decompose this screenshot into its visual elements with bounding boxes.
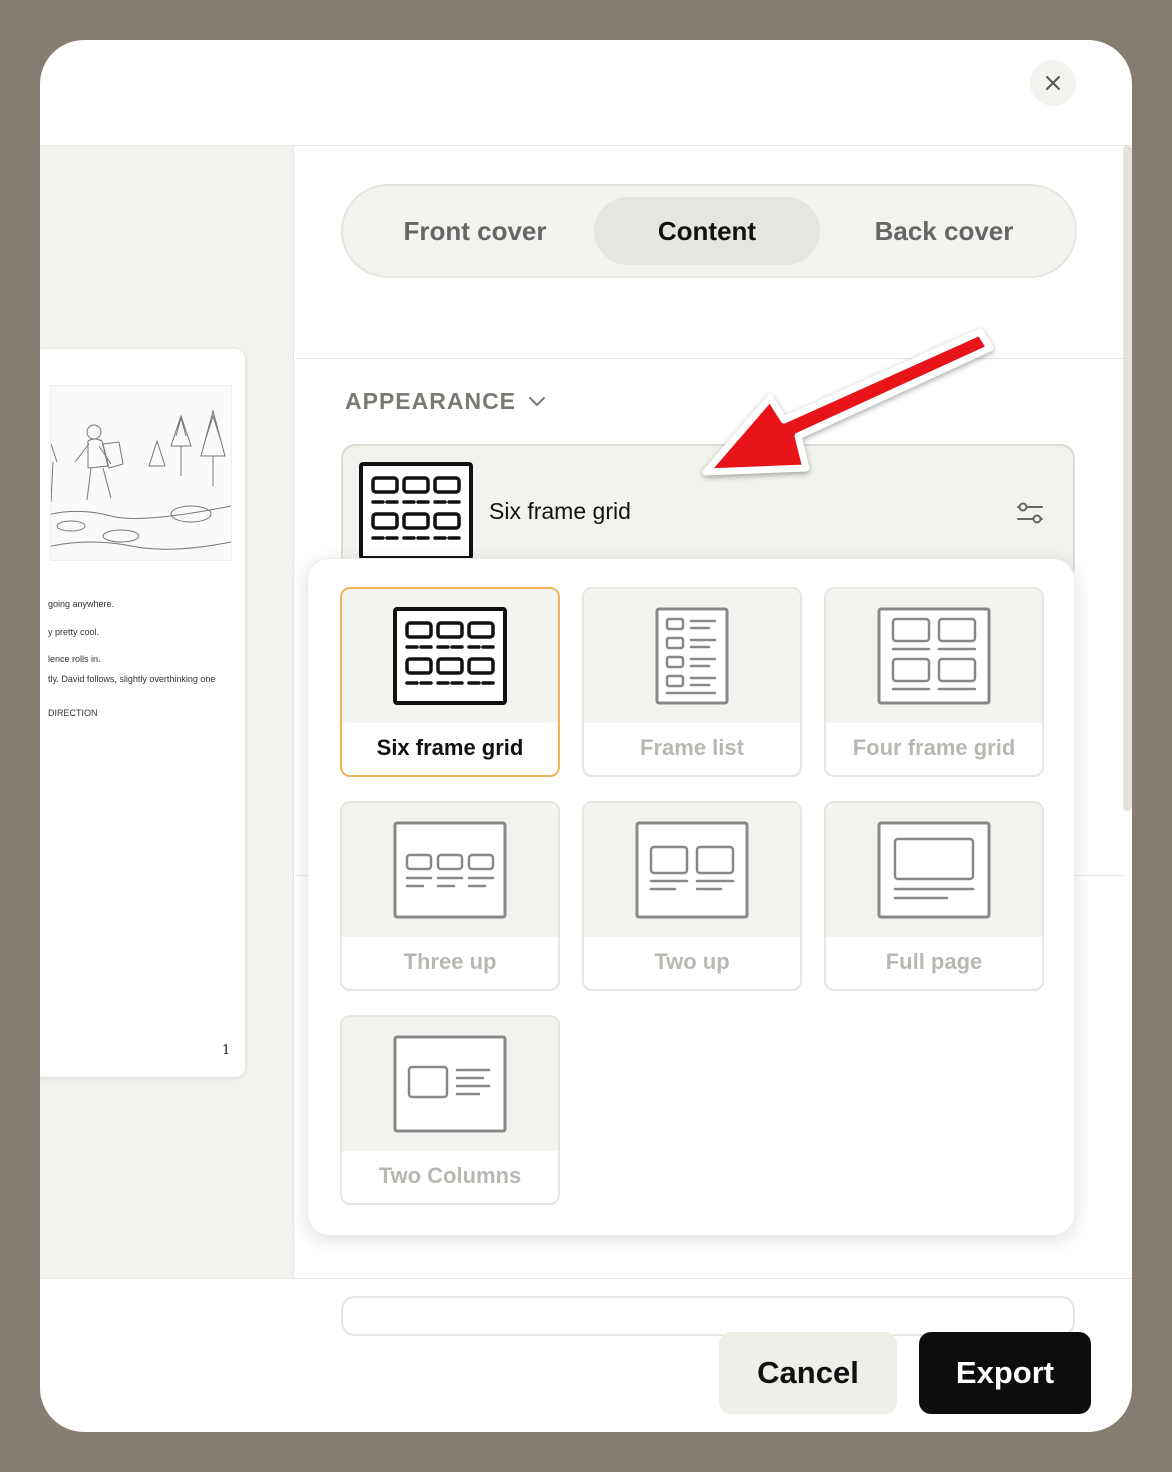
layout-option-label: Four frame grid bbox=[852, 735, 1016, 760]
appearance-heading: APPEARANCE bbox=[345, 388, 517, 414]
layout-option-frame-list[interactable]: Frame list bbox=[582, 587, 802, 777]
layout-options-menu: Six frame grid Frame list Four frame gri… bbox=[307, 558, 1075, 1236]
close-icon bbox=[1046, 76, 1060, 90]
two-columns-icon bbox=[393, 1035, 507, 1133]
selected-layout-label: Six frame grid bbox=[489, 498, 631, 524]
preview-text-line: tly. David follows, slightly overthinkin… bbox=[48, 674, 216, 684]
layout-option-four-frame-grid[interactable]: Four frame grid bbox=[824, 587, 1044, 777]
settings-row bbox=[341, 1296, 1075, 1336]
preview-text-line: lence rolls in. bbox=[48, 654, 101, 664]
layout-option-label: Two up bbox=[654, 949, 730, 974]
layout-option-six-frame-grid[interactable]: Six frame grid bbox=[340, 587, 560, 777]
tab-back-cover[interactable]: Back cover bbox=[829, 197, 1059, 265]
chevron-down-icon bbox=[529, 396, 546, 406]
tab-content[interactable]: Content bbox=[594, 197, 820, 265]
preview-page: going anywhere. y pretty cool. lence rol… bbox=[40, 349, 245, 1077]
page-number: 1 bbox=[222, 1043, 231, 1058]
sliders-icon[interactable] bbox=[1015, 498, 1045, 528]
section-divider bbox=[295, 358, 1123, 359]
layout-option-full-page[interactable]: Full page bbox=[824, 801, 1044, 991]
frame-list-icon bbox=[655, 607, 729, 705]
preview-text-line: y pretty cool. bbox=[48, 627, 100, 637]
layout-option-label: Two Columns bbox=[378, 1163, 522, 1188]
layout-option-label: Three up bbox=[403, 949, 497, 974]
layout-option-two-columns[interactable]: Two Columns bbox=[340, 1015, 560, 1205]
preview-text-line: going anywhere. bbox=[48, 599, 115, 609]
six-frame-grid-icon bbox=[393, 607, 507, 705]
section-tabs: Front cover Content Back cover bbox=[341, 184, 1077, 278]
layout-option-label: Full page bbox=[885, 949, 983, 974]
page-preview-pane: going anywhere. y pretty cool. lence rol… bbox=[40, 146, 294, 1278]
four-frame-grid-icon bbox=[877, 607, 991, 705]
layout-option-label: Six frame grid bbox=[376, 735, 524, 760]
export-button[interactable]: Export bbox=[919, 1332, 1091, 1414]
full-page-icon bbox=[877, 821, 991, 919]
scrollbar[interactable] bbox=[1123, 146, 1132, 811]
layout-option-label: Frame list bbox=[640, 735, 744, 760]
three-up-icon bbox=[393, 821, 507, 919]
two-up-icon bbox=[635, 821, 749, 919]
preview-text-line: DIRECTION bbox=[48, 708, 98, 718]
appearance-toggle[interactable]: APPEARANCE bbox=[345, 388, 546, 415]
layout-option-two-up[interactable]: Two up bbox=[582, 801, 802, 991]
layout-option-three-up[interactable]: Three up bbox=[340, 801, 560, 991]
footer-divider bbox=[40, 1278, 1132, 1279]
six-frame-grid-icon bbox=[359, 462, 473, 560]
preview-illustration bbox=[50, 385, 232, 561]
tab-front-cover[interactable]: Front cover bbox=[363, 197, 587, 265]
cancel-button[interactable]: Cancel bbox=[719, 1332, 897, 1414]
close-button[interactable] bbox=[1030, 60, 1076, 106]
